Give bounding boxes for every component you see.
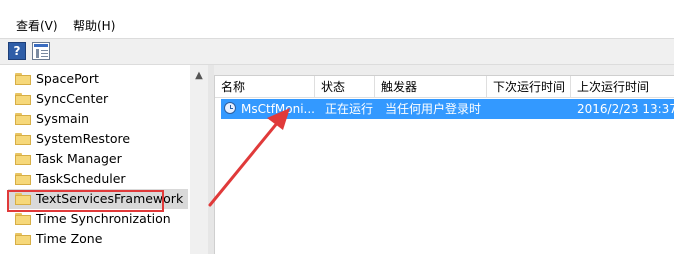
- column-header-next-run[interactable]: 下次运行时间: [487, 76, 571, 98]
- column-header-trigger[interactable]: 触发器: [375, 76, 487, 98]
- folder-icon: [15, 173, 31, 185]
- cell-status: 正在运行: [325, 102, 374, 116]
- tree-item-label: SystemRestore: [36, 131, 131, 146]
- tree-item-label: Time Zone: [36, 231, 103, 246]
- folder-icon: [15, 153, 31, 165]
- tree-item-label: Sysmain: [36, 111, 90, 126]
- list-top-strip: [214, 65, 674, 75]
- tree-item-synccenter[interactable]: SyncCenter: [8, 89, 188, 109]
- tree-item-label: TextServicesFramework: [36, 191, 184, 206]
- menu-help[interactable]: 帮助(H): [73, 18, 115, 34]
- tree-item-textservicesframework[interactable]: TextServicesFramework: [8, 189, 188, 209]
- task-clock-icon: [224, 102, 236, 114]
- scroll-up-icon[interactable]: ▲: [193, 71, 205, 81]
- tree-item-taskscheduler[interactable]: TaskScheduler: [8, 169, 188, 189]
- menu-bar: 查看(V) 帮助(H): [0, 0, 674, 37]
- toolbar: ?: [0, 38, 674, 65]
- menu-view[interactable]: 查看(V): [16, 18, 58, 34]
- tree-item-systemrestore[interactable]: SystemRestore: [8, 129, 188, 149]
- tree-item-label: Task Manager: [36, 151, 122, 166]
- folder-icon: [15, 93, 31, 105]
- folder-icon: [15, 233, 31, 245]
- folder-icon: [15, 113, 31, 125]
- tree-item-label: SpacePort: [36, 71, 99, 86]
- tree-item-time-synchronization[interactable]: Time Synchronization: [8, 209, 188, 229]
- tree-item-label: TaskScheduler: [36, 171, 126, 186]
- folder-icon: [15, 73, 31, 85]
- column-header-name[interactable]: 名称: [215, 76, 315, 98]
- tree-item-time-zone[interactable]: Time Zone: [8, 229, 188, 249]
- tree-item-task-manager[interactable]: Task Manager: [8, 149, 188, 169]
- table-row[interactable]: MsCtfMoni... 正在运行 当任何用户登录时 2016/2/23 13:…: [221, 99, 674, 119]
- folder-icon: [15, 193, 31, 205]
- column-header-last-run[interactable]: 上次运行时间: [571, 76, 674, 98]
- tree-item-spaceport[interactable]: SpacePort: [8, 69, 188, 89]
- cell-last-run: 2016/2/23 13:37:: [577, 102, 674, 116]
- tree-item-label: Time Synchronization: [36, 211, 171, 226]
- column-header-status[interactable]: 状态: [315, 76, 375, 98]
- show-hide-console-tree-icon[interactable]: [32, 42, 50, 60]
- tree-item-sysmain[interactable]: Sysmain: [8, 109, 188, 129]
- tree-item-label: SyncCenter: [36, 91, 109, 106]
- folder-icon: [15, 213, 31, 225]
- tree-pane: SpacePort SyncCenter Sysmain SystemResto…: [0, 65, 208, 254]
- cell-trigger: 当任何用户登录时: [385, 102, 482, 116]
- folder-icon: [15, 133, 31, 145]
- cell-name: MsCtfMoni...: [241, 102, 315, 116]
- task-list: 名称 状态 触发器 下次运行时间 上次运行时间 MsCtfMoni... 正在运…: [214, 75, 674, 254]
- tree-scrollbar[interactable]: ▲: [190, 65, 208, 254]
- help-icon[interactable]: ?: [8, 42, 26, 60]
- cell-next-run: [497, 99, 575, 119]
